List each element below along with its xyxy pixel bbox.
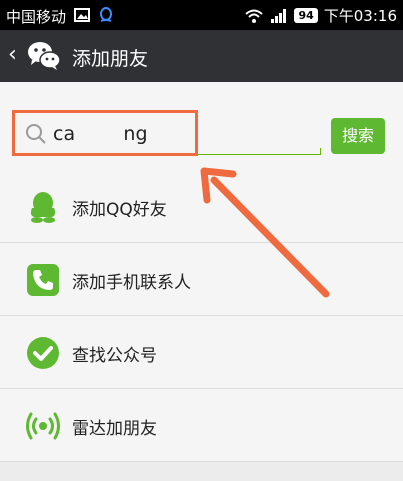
title-bar: ‹ 添加朋友 bbox=[0, 30, 403, 82]
wifi-icon bbox=[245, 9, 264, 23]
check-circle-icon bbox=[27, 337, 59, 369]
qq-penguin-icon bbox=[30, 192, 56, 223]
qq-notification-icon bbox=[100, 7, 112, 22]
battery-level: 94 bbox=[294, 8, 318, 23]
search-area: ca ng 搜索 bbox=[0, 82, 403, 170]
search-button[interactable]: 搜索 bbox=[331, 118, 385, 154]
search-input[interactable]: ca ng bbox=[12, 110, 198, 156]
list-item[interactable]: 查找公众号 bbox=[0, 316, 403, 389]
search-value: ca ng bbox=[53, 123, 148, 145]
back-icon[interactable]: ‹ bbox=[8, 42, 17, 67]
list-item-label: 添加手机联系人 bbox=[72, 273, 191, 293]
image-notification-icon bbox=[74, 8, 90, 22]
radar-icon bbox=[26, 412, 60, 440]
list-item-label: 查找公众号 bbox=[72, 346, 157, 366]
list-item[interactable]: 雷达加朋友 bbox=[0, 389, 403, 462]
status-bar: 中国移动 94 下午03:16 bbox=[0, 0, 403, 30]
clock: 下午03:16 bbox=[323, 7, 397, 25]
signal-icon bbox=[271, 8, 287, 23]
carrier-name: 中国移动 bbox=[6, 8, 67, 26]
list-item-label: 添加QQ好友 bbox=[72, 200, 167, 220]
page-title: 添加朋友 bbox=[72, 48, 149, 70]
list-item[interactable]: 添加QQ好友 bbox=[0, 170, 403, 243]
phone-icon bbox=[27, 264, 59, 296]
search-icon bbox=[26, 124, 46, 144]
list-item[interactable]: 添加手机联系人 bbox=[0, 243, 403, 316]
list-item-label: 雷达加朋友 bbox=[72, 419, 157, 439]
add-friend-options: 添加QQ好友 添加手机联系人 查找公众号 雷达加朋友 bbox=[0, 170, 403, 462]
wechat-logo-icon bbox=[28, 42, 61, 70]
